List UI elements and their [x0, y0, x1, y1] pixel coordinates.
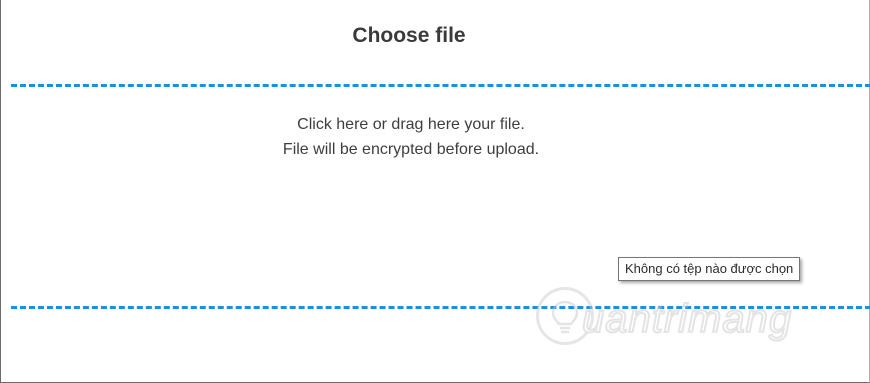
drop-zone-top-border [11, 84, 870, 87]
panel-title: Choose file [352, 24, 466, 47]
drop-zone-line-2: File will be encrypted before upload. [282, 141, 540, 158]
watermark-text: uantrimang [581, 296, 793, 342]
no-file-chosen-tooltip: Không có tệp nào được chọn [618, 257, 801, 281]
drop-zone-line-1: Click here or drag here your file. [297, 116, 525, 133]
drop-zone-instructions: Click here or drag here your file. File … [11, 112, 811, 162]
file-upload-panel: Choose file Click here or drag here your… [0, 0, 870, 383]
site-watermark: uantrimang [536, 283, 866, 353]
